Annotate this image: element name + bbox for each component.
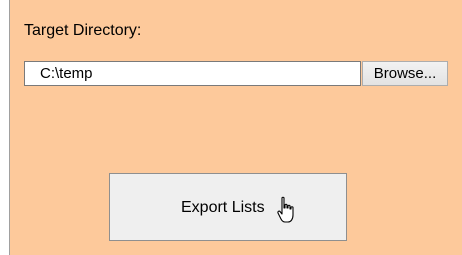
target-directory-input[interactable]: [24, 61, 361, 86]
export-lists-label: Export Lists: [181, 199, 265, 216]
export-lists-button[interactable]: Export Lists: [109, 173, 347, 241]
target-directory-label: Target Directory:: [24, 22, 142, 39]
export-panel: Target Directory: Browse... Export Lists: [9, 0, 462, 255]
browse-button[interactable]: Browse...: [362, 61, 448, 86]
